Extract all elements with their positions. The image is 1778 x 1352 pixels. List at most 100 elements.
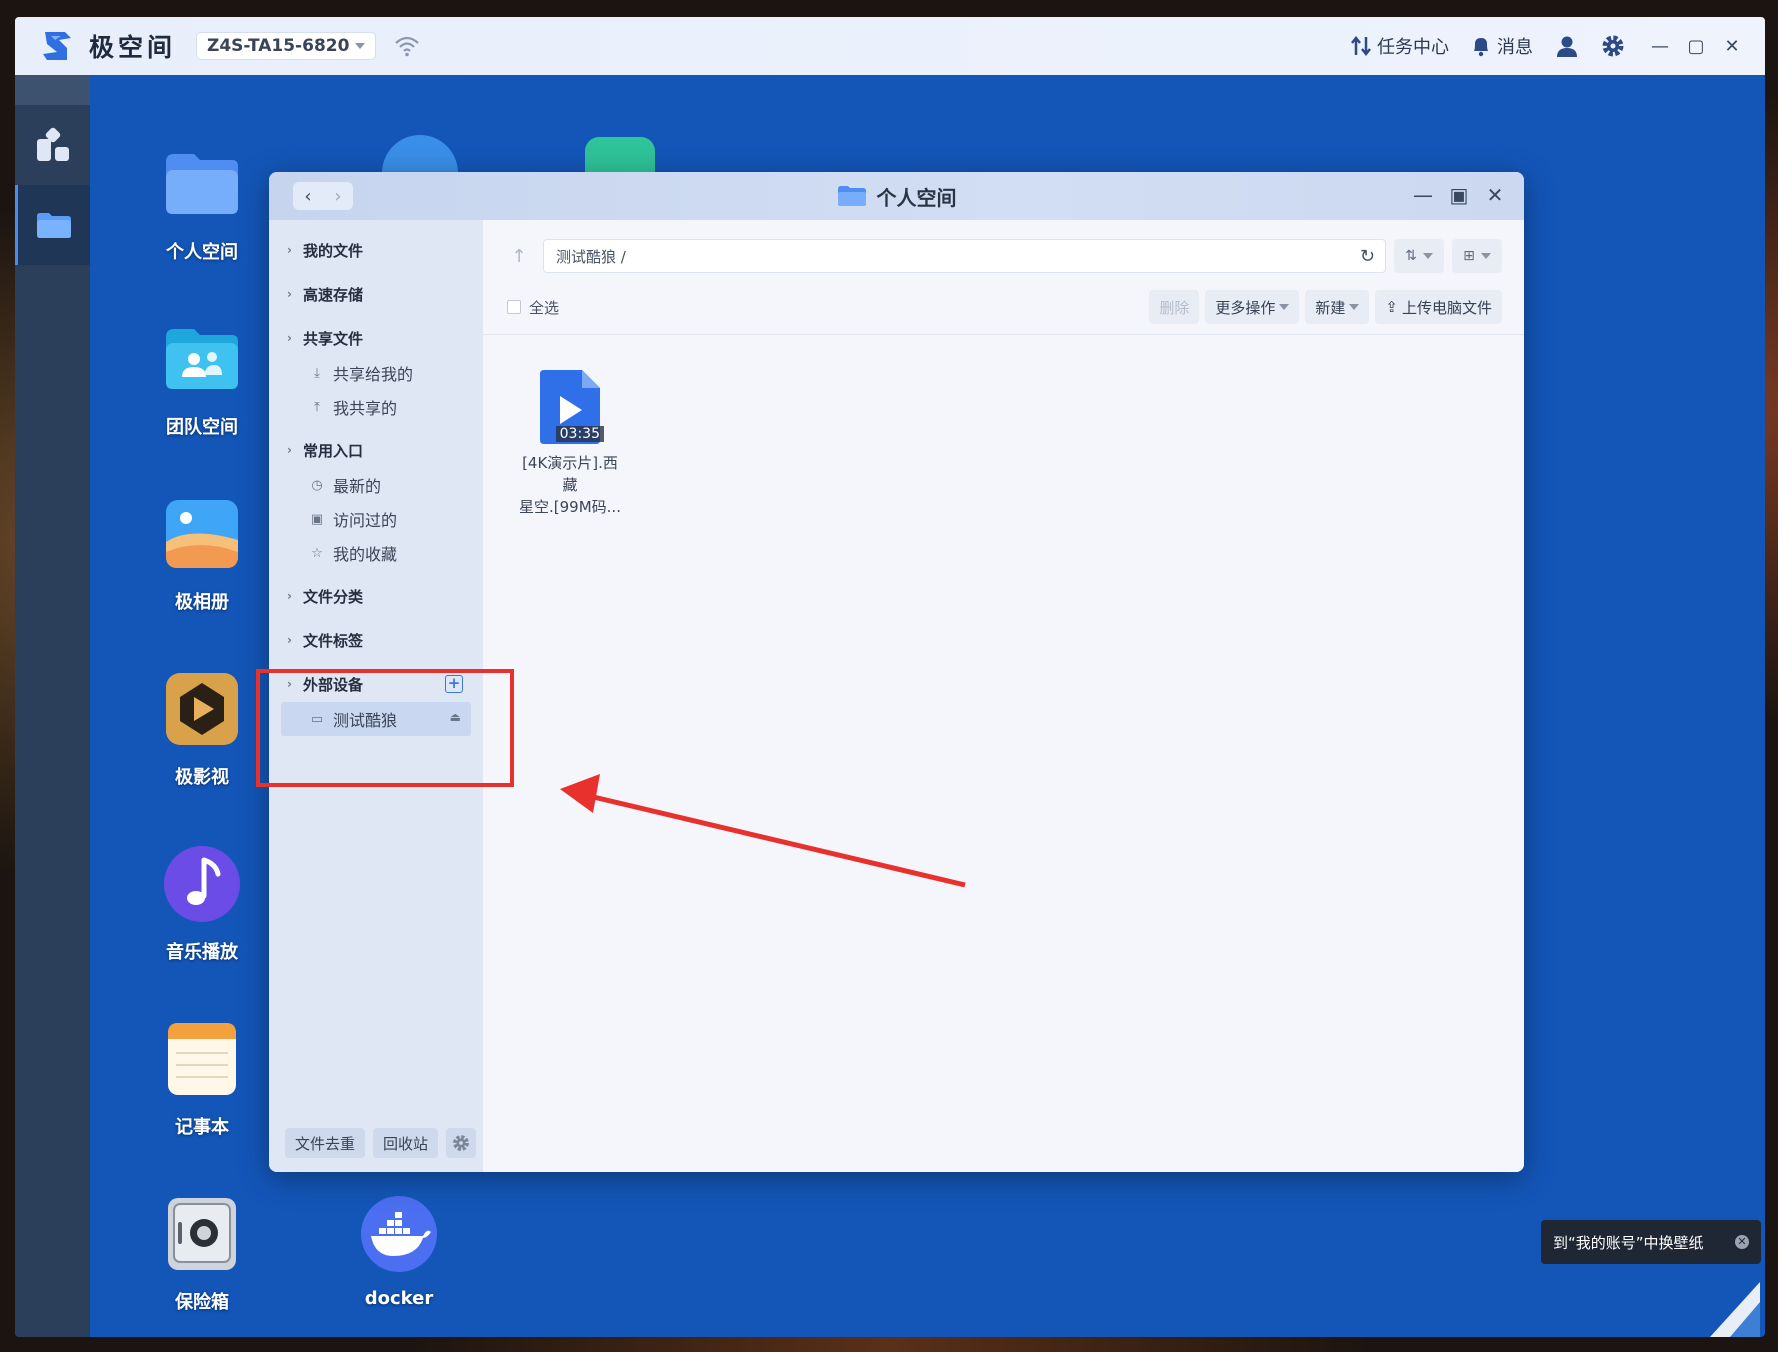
sidebar-group-my-files[interactable]: › 我的文件 (269, 232, 483, 268)
toast-text: 到“我的账号”中换壁纸 (1553, 1233, 1704, 1252)
sidebar-item-visited[interactable]: ▣ 访问过的 (269, 502, 483, 536)
wallpaper-switch-icon[interactable] (1710, 1282, 1760, 1337)
dock-header (15, 75, 90, 105)
sort-button[interactable]: ⇅ (1394, 239, 1444, 273)
sidebar-item-my-shared[interactable]: ⤒ 我共享的 (269, 390, 483, 424)
chevron-right-icon: › (334, 185, 342, 207)
device-select[interactable]: Z4S-TA15-6820 (196, 32, 377, 60)
maximize-icon: ▢ (1687, 35, 1705, 57)
sort-icon: ⇅ (1405, 248, 1417, 264)
bell-icon (1471, 35, 1491, 57)
recycle-bin-button[interactable]: 回收站 (373, 1128, 439, 1158)
chevron-down-icon (1279, 304, 1290, 310)
task-center-button[interactable]: 任务中心 (1351, 33, 1449, 59)
desktop-icon-music[interactable]: 音乐播放 (142, 842, 262, 964)
action-bar: 全选 删除 更多操作 新建 ⇪ 上传电脑文件 (507, 290, 1502, 324)
grid-view-icon: ⊞ (1463, 248, 1475, 264)
gear-icon (453, 1135, 469, 1151)
sidebar-group-label: 文件分类 (303, 587, 364, 606)
chevron-down-icon (1422, 253, 1433, 259)
minimize-icon: — (1651, 35, 1669, 57)
file-item-video[interactable]: 03:35 [4K演示片].西藏 星空.[99M码... (515, 370, 625, 518)
desktop-icon-docker[interactable]: docker (339, 1192, 459, 1309)
path-bar: ↑ 测试酷狼 / ↻ ⇅ ⊞ (503, 238, 1502, 274)
app-window: 极空间 Z4S-TA15-6820 任务中心 消息 — ▢ ✕ 个人空间 团队空… (15, 17, 1765, 1337)
user-button[interactable] (1555, 34, 1579, 58)
close-button[interactable]: ✕ (1719, 33, 1745, 59)
new-button[interactable]: 新建 (1305, 290, 1370, 324)
left-dock (15, 75, 90, 1337)
sidebar-item-recent[interactable]: ◷ 最新的 (269, 468, 483, 502)
sidebar-group-common-entry[interactable]: › 常用入口 (269, 432, 483, 468)
select-all-label: 全选 (529, 298, 560, 317)
folder-icon (166, 154, 238, 214)
sidebar-item-label: 共享给我的 (333, 365, 414, 384)
dedupe-button[interactable]: 文件去重 (285, 1128, 366, 1158)
settings-button[interactable] (1601, 34, 1625, 58)
window-close-button[interactable]: ✕ (1482, 182, 1508, 208)
chevron-down-icon (1349, 304, 1360, 310)
go-up-button[interactable]: ↑ (503, 240, 535, 272)
download-icon: ⤓ (314, 365, 320, 381)
desktop-icon-video[interactable]: 极影视 (142, 667, 262, 789)
sidebar-item-shared-to-me[interactable]: ⤓ 共享给我的 (269, 356, 483, 390)
sidebar-group-shared-files[interactable]: › 共享文件 (269, 320, 483, 356)
window-maximize-button[interactable]: ▣ (1446, 182, 1472, 208)
desktop-icon-label: 音乐播放 (166, 942, 238, 963)
more-actions-label: 更多操作 (1215, 298, 1276, 317)
desktop-icon-team-space[interactable]: 团队空间 (142, 317, 262, 439)
sidebar-group-file-tags[interactable]: › 文件标签 (269, 622, 483, 658)
upload-button[interactable]: ⇪ 上传电脑文件 (1375, 290, 1502, 324)
more-actions-button[interactable]: 更多操作 (1205, 290, 1300, 324)
sidebar-item-label: 访问过的 (333, 511, 398, 530)
gear-icon (1601, 34, 1625, 58)
minimize-button[interactable]: — (1647, 33, 1673, 59)
divider (483, 334, 1524, 335)
window-minimize-button[interactable]: — (1410, 182, 1436, 208)
path-input[interactable]: 测试酷狼 / ↻ (543, 239, 1386, 273)
refresh-icon[interactable]: ↻ (1360, 246, 1375, 267)
wallpaper-toast: 到“我的账号”中换壁纸 ✕ (1541, 1220, 1761, 1264)
folder-icon (37, 213, 71, 238)
maximize-button[interactable]: ▢ (1683, 33, 1709, 59)
close-icon[interactable]: ✕ (1735, 1235, 1749, 1249)
messages-button[interactable]: 消息 (1471, 33, 1533, 59)
sidebar-item-label: 我的收藏 (333, 545, 398, 564)
desktop-icon-notepad[interactable]: 记事本 (142, 1017, 262, 1139)
select-all-checkbox[interactable] (507, 300, 521, 314)
forward-button[interactable]: › (323, 182, 353, 210)
sidebar-group-file-category[interactable]: › 文件分类 (269, 578, 483, 614)
dock-folder-button[interactable] (15, 185, 90, 265)
star-icon: ☆ (311, 545, 323, 561)
desktop-icon-label: 极影视 (175, 767, 229, 788)
desktop-icon-label: docker (364, 1288, 434, 1309)
desktop-icon-safe[interactable]: 保险箱 (142, 1192, 262, 1314)
chevron-right-icon: › (287, 589, 292, 603)
sidebar-settings-button[interactable] (446, 1128, 477, 1158)
sidebar-item-favorites[interactable]: ☆ 我的收藏 (269, 536, 483, 570)
file-window-titlebar: ‹ › 个人空间 — ▣ ✕ (269, 172, 1524, 220)
photo-album-icon (166, 500, 238, 568)
desktop-icon-label: 个人空间 (166, 242, 238, 263)
delete-button[interactable]: 删除 (1149, 290, 1200, 324)
maximize-icon: ▣ (1449, 183, 1469, 207)
app-logo-icon (43, 32, 71, 60)
arrow-up-icon: ↑ (511, 245, 527, 267)
desktop-icon-personal-space[interactable]: 个人空间 (142, 142, 262, 264)
sidebar-group-label: 我的文件 (303, 241, 364, 260)
sidebar-group-fast-storage[interactable]: › 高速存储 (269, 276, 483, 312)
upload-label: 上传电脑文件 (1401, 298, 1492, 317)
chevron-left-icon: ‹ (304, 185, 312, 207)
app-name: 极空间 (89, 33, 177, 62)
history-icon: ▣ (310, 511, 324, 527)
messages-label: 消息 (1497, 37, 1533, 58)
upload-icon: ⤒ (314, 399, 320, 415)
dock-apps-button[interactable] (15, 105, 90, 185)
device-name: Z4S-TA15-6820 (207, 36, 350, 56)
action-buttons: 删除 更多操作 新建 ⇪ 上传电脑文件 (1149, 290, 1502, 324)
back-button[interactable]: ‹ (293, 182, 323, 210)
desktop-icon-photos[interactable]: 极相册 (142, 492, 262, 614)
annotation-highlight-box (256, 669, 514, 787)
view-mode-button[interactable]: ⊞ (1452, 239, 1502, 273)
folder-icon (837, 186, 866, 206)
